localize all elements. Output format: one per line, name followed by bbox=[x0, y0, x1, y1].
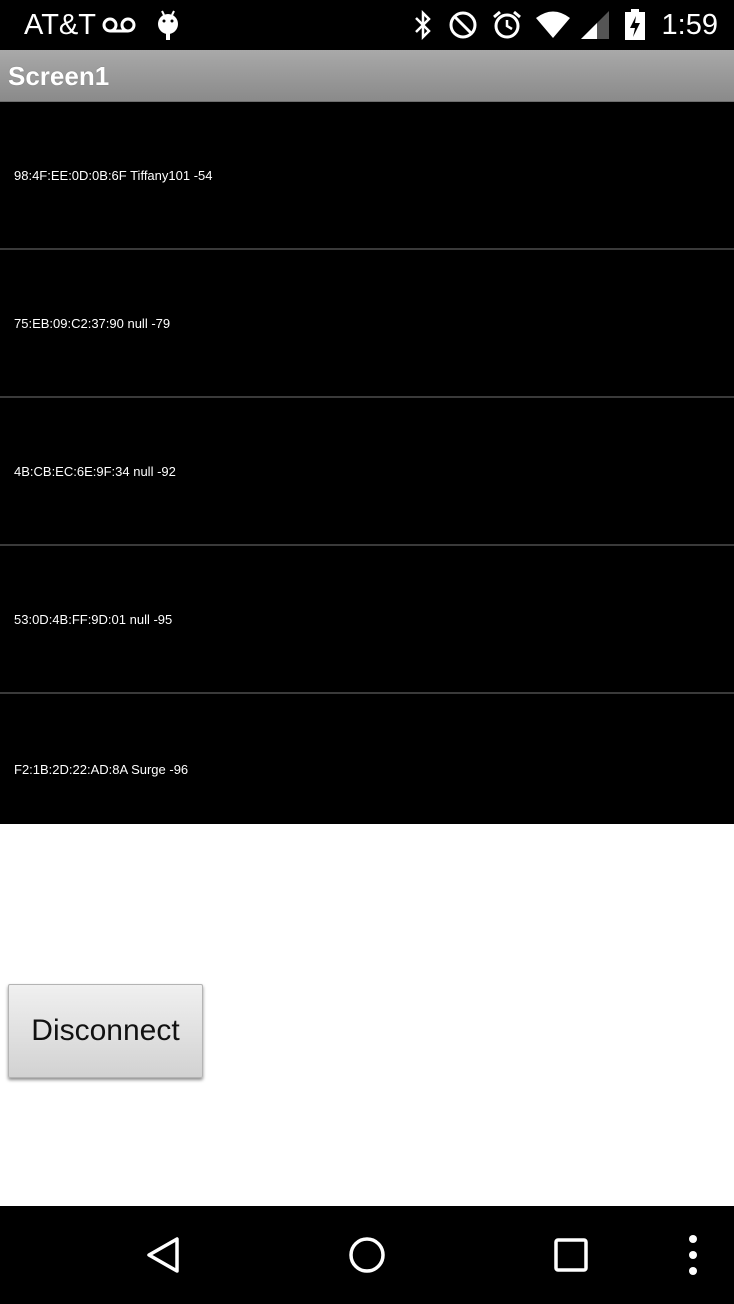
screen-title: Screen1 bbox=[8, 61, 110, 91]
overflow-menu-icon[interactable] bbox=[668, 1230, 718, 1280]
wifi-icon bbox=[534, 8, 572, 42]
voicemail-icon bbox=[102, 8, 136, 42]
do-not-disturb-icon bbox=[446, 8, 480, 42]
back-icon[interactable] bbox=[138, 1230, 188, 1280]
navigation-bar bbox=[0, 1206, 734, 1304]
home-icon[interactable] bbox=[342, 1230, 392, 1280]
device-label: 4B:CB:EC:6E:9F:34 null -92 bbox=[14, 463, 176, 479]
android-debug-icon bbox=[154, 8, 182, 42]
cell-signal-icon bbox=[578, 8, 612, 42]
device-list-item[interactable]: 75:EB:09:C2:37:90 null -79 bbox=[0, 250, 734, 398]
carrier-name: AT&T bbox=[24, 9, 96, 41]
device-list-item[interactable]: F2:1B:2D:22:AD:8A Surge -96 bbox=[0, 694, 734, 844]
battery-charging-icon bbox=[622, 8, 648, 42]
device-list: 98:4F:EE:0D:0B:6F Tiffany101 -54 75:EB:0… bbox=[0, 102, 734, 824]
clock: 1:59 bbox=[661, 9, 718, 41]
device-label: 53:0D:4B:FF:9D:01 null -95 bbox=[14, 611, 173, 627]
bluetooth-icon bbox=[410, 8, 436, 42]
device-list-item[interactable]: 53:0D:4B:FF:9D:01 null -95 bbox=[0, 546, 734, 694]
device-label: 98:4F:EE:0D:0B:6F Tiffany101 -54 bbox=[14, 167, 213, 183]
recents-icon[interactable] bbox=[546, 1230, 596, 1280]
device-list-item[interactable]: 98:4F:EE:0D:0B:6F Tiffany101 -54 bbox=[0, 102, 734, 250]
disconnect-button[interactable]: Disconnect bbox=[8, 984, 203, 1078]
status-bar: AT&T 1:59 bbox=[0, 0, 734, 50]
device-label: F2:1B:2D:22:AD:8A Surge -96 bbox=[14, 761, 189, 777]
device-list-item[interactable]: 4B:CB:EC:6E:9F:34 null -92 bbox=[0, 398, 734, 546]
title-bar: Screen1 bbox=[0, 50, 734, 102]
device-label: 75:EB:09:C2:37:90 null -79 bbox=[14, 315, 171, 331]
alarm-icon bbox=[490, 8, 524, 42]
